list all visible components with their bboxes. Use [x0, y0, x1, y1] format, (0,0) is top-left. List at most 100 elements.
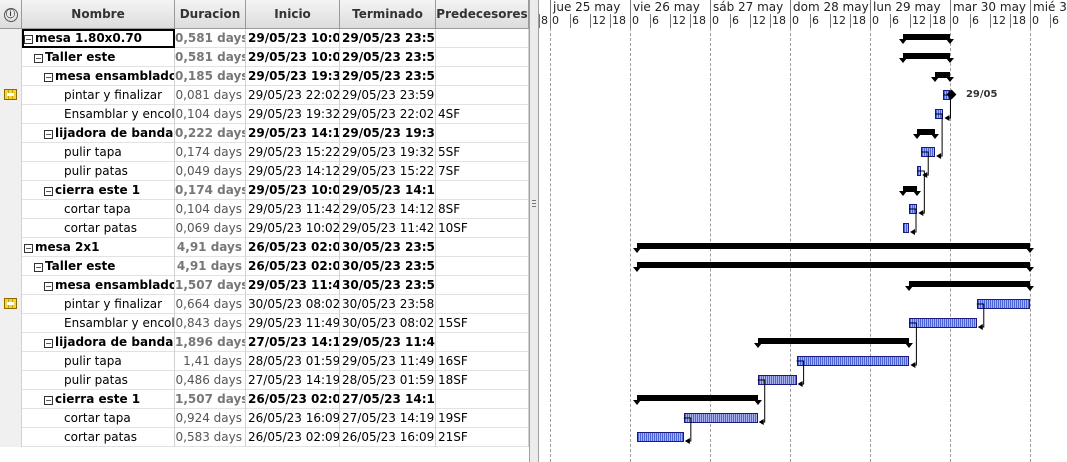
- finish-cell[interactable]: 27/05/23 14:19: [340, 409, 436, 428]
- predecessors-cell[interactable]: [436, 48, 529, 67]
- task-name-cell[interactable]: cortar tapa: [22, 200, 175, 219]
- start-cell[interactable]: 26/05/23 02:09: [246, 257, 340, 276]
- finish-cell[interactable]: 29/05/23 19:32: [340, 143, 436, 162]
- finish-cell[interactable]: 29/05/23 14:12: [340, 200, 436, 219]
- predecessors-cell[interactable]: 16SF: [436, 352, 529, 371]
- table-row[interactable]: − Taller este 4,91 days 26/05/23 02:09 30/05…: [0, 257, 529, 276]
- duration-cell[interactable]: 1,896 days: [175, 333, 246, 352]
- duration-cell[interactable]: 0,081 days: [175, 86, 246, 105]
- start-cell[interactable]: 28/05/23 01:59: [246, 352, 340, 371]
- finish-cell[interactable]: 29/05/23 19:32: [340, 124, 436, 143]
- task-name-cell[interactable]: −mesa ensamblado e: [22, 276, 175, 295]
- task-name-cell[interactable]: cortar tapa: [22, 409, 175, 428]
- finish-cell[interactable]: 29/05/23 23:59: [340, 67, 436, 86]
- table-row[interactable]: pulir patas 0,486 days 27/05/23 14:19 28/05…: [0, 371, 529, 390]
- task-name-cell[interactable]: pulir tapa: [22, 143, 175, 162]
- start-cell[interactable]: 26/05/23 16:09: [246, 409, 340, 428]
- predecessors-cell[interactable]: 8SF: [436, 200, 529, 219]
- column-predecessors[interactable]: Predecesores: [436, 0, 529, 28]
- collapse-toggle-icon[interactable]: −: [44, 73, 53, 82]
- task-name-cell[interactable]: − Taller este: [22, 257, 175, 276]
- duration-cell[interactable]: 0,185 days: [175, 67, 246, 86]
- table-row[interactable]: − mesa 1.80x0.70 0,581 days 29/05/23 10:02 2…: [0, 29, 529, 48]
- task-name-cell[interactable]: pintar y finalizar: [22, 295, 175, 314]
- table-row[interactable]: pulir tapa 1,41 days 28/05/23 01:59 29/05/2…: [0, 352, 529, 371]
- task-name-cell[interactable]: cortar patas: [22, 219, 175, 238]
- table-row[interactable]: cortar patas 0,583 days 26/05/23 02:09 26/0…: [0, 428, 529, 447]
- finish-cell[interactable]: 29/05/23 14:12: [340, 181, 436, 200]
- pane-splitter[interactable]: [529, 0, 539, 462]
- predecessors-cell[interactable]: 10SF: [436, 219, 529, 238]
- task-name-cell[interactable]: −lijadora de banda es: [22, 124, 175, 143]
- collapse-toggle-icon[interactable]: −: [44, 282, 53, 291]
- task-name-cell[interactable]: − mesa 1.80x0.70: [22, 29, 175, 48]
- table-row[interactable]: − mesa 2x1 4,91 days 26/05/23 02:09 30/05/23…: [0, 238, 529, 257]
- table-row[interactable]: pintar y finalizar 0,081 days 29/05/23 22:…: [0, 86, 529, 105]
- column-start[interactable]: Inicio: [246, 0, 340, 28]
- table-row[interactable]: −mesa ensamblado e1,507 days29/05/23 11:…: [0, 276, 529, 295]
- start-cell[interactable]: 29/05/23 10:02: [246, 219, 340, 238]
- start-cell[interactable]: 29/05/23 19:32: [246, 67, 340, 86]
- start-cell[interactable]: 29/05/23 15:22: [246, 143, 340, 162]
- table-row[interactable]: −lijadora de banda es1,896 days27/05/23 …: [0, 333, 529, 352]
- predecessors-cell[interactable]: 18SF: [436, 371, 529, 390]
- collapse-toggle-icon[interactable]: −: [44, 339, 53, 348]
- task-name-cell[interactable]: Ensamblar y encola: [22, 105, 175, 124]
- duration-cell[interactable]: 0,581 days: [175, 48, 246, 67]
- finish-cell[interactable]: 29/05/23 23:59: [340, 29, 436, 48]
- predecessors-cell[interactable]: 5SF: [436, 143, 529, 162]
- table-row[interactable]: cortar patas 0,069 days 29/05/23 10:02 29/0…: [0, 219, 529, 238]
- column-name[interactable]: Nombre: [22, 0, 175, 28]
- table-row[interactable]: pulir patas 0,049 days 29/05/23 14:12 29/05…: [0, 162, 529, 181]
- duration-cell[interactable]: 1,41 days: [175, 352, 246, 371]
- duration-cell[interactable]: 0,581 days: [175, 29, 246, 48]
- start-cell[interactable]: 27/05/23 14:19: [246, 333, 340, 352]
- duration-cell[interactable]: 0,049 days: [175, 162, 246, 181]
- collapse-toggle-icon[interactable]: −: [24, 35, 33, 44]
- task-name-cell[interactable]: pintar y finalizar: [22, 86, 175, 105]
- start-cell[interactable]: 29/05/23 14:12: [246, 124, 340, 143]
- task-name-cell[interactable]: − cierra este 1: [22, 181, 175, 200]
- table-row[interactable]: pulir tapa 0,174 days 29/05/23 15:22 29/05/…: [0, 143, 529, 162]
- start-cell[interactable]: 29/05/23 11:49: [246, 276, 340, 295]
- collapse-toggle-icon[interactable]: −: [44, 187, 53, 196]
- collapse-toggle-icon[interactable]: −: [34, 263, 43, 272]
- task-name-cell[interactable]: − cierra este 1: [22, 390, 175, 409]
- predecessors-cell[interactable]: [436, 238, 529, 257]
- start-cell[interactable]: 27/05/23 14:19: [246, 371, 340, 390]
- predecessors-cell[interactable]: [436, 333, 529, 352]
- duration-cell[interactable]: 0,174 days: [175, 181, 246, 200]
- finish-cell[interactable]: 29/05/23 23:59: [340, 86, 436, 105]
- finish-cell[interactable]: 30/05/23 08:02: [340, 314, 436, 333]
- duration-cell[interactable]: 1,507 days: [175, 390, 246, 409]
- table-row[interactable]: −mesa ensamblado e0,185 days29/05/23 19:…: [0, 67, 529, 86]
- start-cell[interactable]: 29/05/23 10:02: [246, 181, 340, 200]
- table-row[interactable]: cortar tapa 0,104 days 29/05/23 11:42 29/05…: [0, 200, 529, 219]
- collapse-toggle-icon[interactable]: −: [34, 54, 43, 63]
- start-cell[interactable]: 26/05/23 02:09: [246, 428, 340, 447]
- start-cell[interactable]: 29/05/23 22:02: [246, 86, 340, 105]
- finish-cell[interactable]: 29/05/23 15:22: [340, 162, 436, 181]
- start-cell[interactable]: 30/05/23 08:02: [246, 295, 340, 314]
- predecessors-cell[interactable]: [436, 181, 529, 200]
- finish-cell[interactable]: 29/05/23 11:49: [340, 333, 436, 352]
- duration-cell[interactable]: 0,069 days: [175, 219, 246, 238]
- finish-cell[interactable]: 29/05/23 23:59: [340, 48, 436, 67]
- task-name-cell[interactable]: cortar patas: [22, 428, 175, 447]
- finish-cell[interactable]: 28/05/23 01:59: [340, 371, 436, 390]
- duration-cell[interactable]: 0,843 days: [175, 314, 246, 333]
- predecessors-cell[interactable]: [436, 390, 529, 409]
- finish-cell[interactable]: 29/05/23 11:42: [340, 219, 436, 238]
- duration-cell[interactable]: 0,583 days: [175, 428, 246, 447]
- finish-cell[interactable]: 30/05/23 23:58: [340, 295, 436, 314]
- predecessors-cell[interactable]: [436, 295, 529, 314]
- duration-cell[interactable]: 0,104 days: [175, 105, 246, 124]
- collapse-toggle-icon[interactable]: −: [44, 130, 53, 139]
- finish-cell[interactable]: 30/05/23 23:58: [340, 238, 436, 257]
- predecessors-cell[interactable]: [436, 86, 529, 105]
- start-cell[interactable]: 29/05/23 14:12: [246, 162, 340, 181]
- task-name-cell[interactable]: − Taller este: [22, 48, 175, 67]
- task-name-cell[interactable]: pulir patas: [22, 162, 175, 181]
- finish-cell[interactable]: 26/05/23 16:09: [340, 428, 436, 447]
- start-cell[interactable]: 26/05/23 02:09: [246, 238, 340, 257]
